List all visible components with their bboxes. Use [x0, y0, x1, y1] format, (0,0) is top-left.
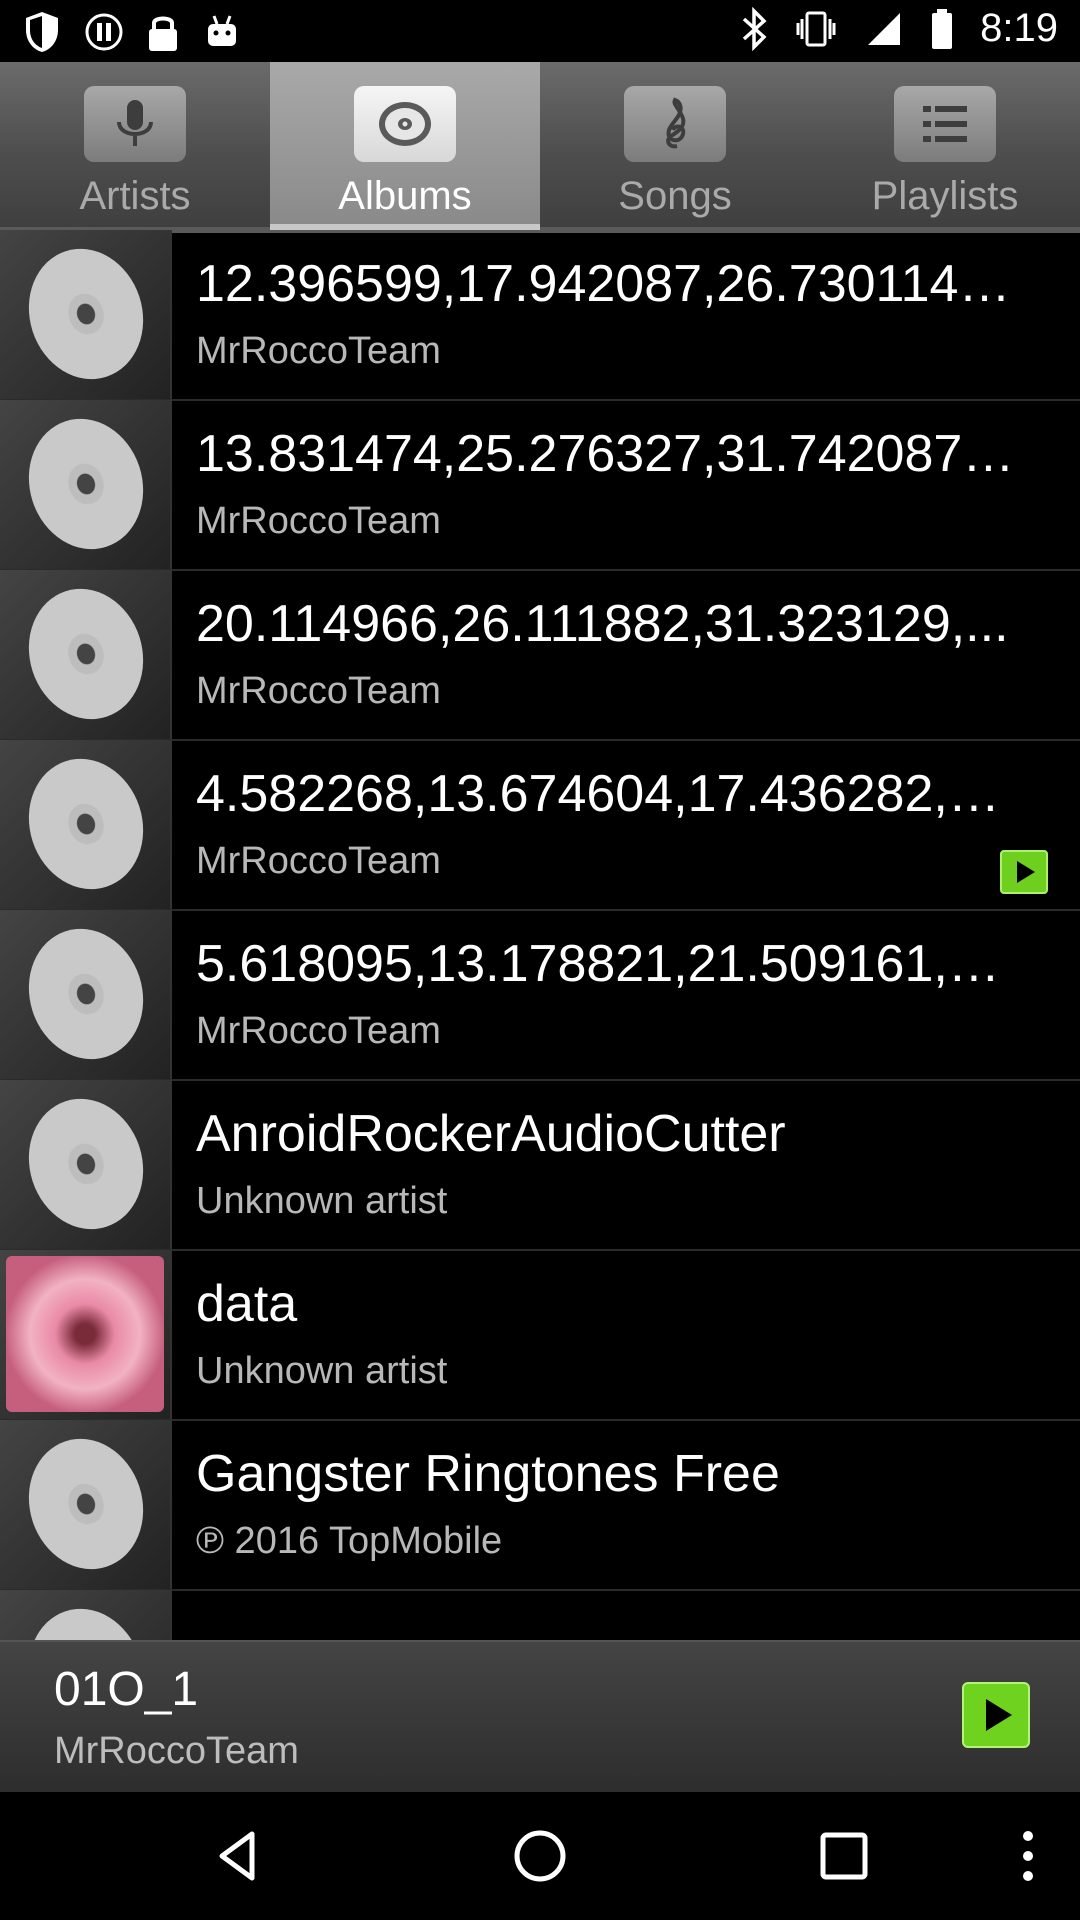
tab-label: Albums: [338, 174, 472, 218]
status-time: 8:19: [980, 6, 1058, 50]
album-artist: ℗ 2016 TopMobile: [196, 1520, 503, 1562]
signal-icon: [864, 9, 904, 49]
now-playing-artist: MrRoccoTeam: [54, 1730, 299, 1772]
album-list[interactable]: 12.396599,17.942087,26.730114,... MrRocc…: [0, 230, 1080, 1640]
tab-label: Songs: [618, 174, 732, 218]
navigation-bar: [0, 1792, 1080, 1920]
album-art: [0, 570, 172, 739]
album-row[interactable]: 12.396599,17.942087,26.730114,... MrRocc…: [0, 230, 1080, 401]
disc-icon: [12, 403, 160, 565]
tab-artists[interactable]: Artists: [0, 62, 270, 227]
album-artist: MrRoccoTeam: [196, 500, 441, 542]
tab-label: Artists: [79, 174, 191, 218]
album-art: [0, 1420, 172, 1589]
battery-icon: [930, 7, 954, 51]
album-row[interactable]: AnroidRockerAudioCutter Unknown artist: [0, 1080, 1080, 1251]
album-title: 12.396599,17.942087,26.730114,...: [196, 255, 1016, 313]
now-playing-bar[interactable]: 01O_1 MrRoccoTeam: [0, 1640, 1080, 1794]
disc-icon: [12, 573, 160, 735]
album-title: Gangster Ringtones Free: [196, 1445, 780, 1503]
album-art: [0, 230, 172, 399]
disc-icon: [12, 1423, 160, 1585]
disc-icon: [12, 1593, 160, 1640]
list-icon: [894, 86, 996, 162]
album-artist: Unknown artist: [196, 1180, 448, 1222]
album-row[interactable]: 20.114966,26.111882,31.323129,... MrRocc…: [0, 570, 1080, 741]
album-title: 13.831474,25.276327,31.742087,...: [196, 425, 1016, 483]
album-artist: MrRoccoTeam: [196, 840, 441, 882]
disc-icon: [12, 913, 160, 1075]
play-icon[interactable]: [962, 1682, 1030, 1748]
album-row[interactable]: 5.618095,13.178821,21.509161,2... MrRocc…: [0, 910, 1080, 1081]
album-row[interactable]: Gangster Ringtones Free ℗ 2016 TopMobile: [0, 1420, 1080, 1591]
tab-label: Playlists: [871, 174, 1019, 218]
back-icon[interactable]: [178, 1792, 298, 1920]
album-photo: [6, 1256, 164, 1412]
bluetooth-icon: [740, 6, 768, 51]
album-art: [0, 1080, 172, 1249]
disc-icon: [12, 1083, 160, 1245]
album-row[interactable]: 4.582268,13.674604,17.436282,2... MrRocc…: [0, 740, 1080, 911]
album-art: [0, 740, 172, 909]
album-art: [0, 1250, 172, 1419]
treble-clef-icon: [624, 86, 726, 162]
album-art: [0, 400, 172, 569]
album-artist: MrRoccoTeam: [196, 1010, 441, 1052]
album-title: AnroidRockerAudioCutter: [196, 1105, 786, 1163]
android-icon: [202, 12, 242, 52]
album-row[interactable]: data Unknown artist: [0, 1250, 1080, 1421]
disc-icon: [354, 86, 456, 162]
album-title: data: [196, 1275, 298, 1333]
tab-bar: Artists Albums Songs Playlists: [0, 62, 1080, 233]
vibrate-icon: [794, 7, 838, 51]
status-bar: 8:19: [0, 0, 1080, 62]
tab-songs[interactable]: Songs: [540, 62, 810, 227]
album-art: [0, 910, 172, 1079]
album-title: 4.582268,13.674604,17.436282,2...: [196, 765, 1016, 823]
lock-icon: [146, 11, 180, 53]
home-icon[interactable]: [480, 1792, 600, 1920]
disc-icon: [12, 233, 160, 395]
album-art: [0, 1590, 172, 1640]
tab-albums[interactable]: Albums: [270, 62, 540, 230]
microphone-icon: [84, 86, 186, 162]
album-title: 5.618095,13.178821,21.509161,2...: [196, 935, 1016, 993]
album-row[interactable]: 13.831474,25.276327,31.742087,... MrRocc…: [0, 400, 1080, 571]
album-title: 20.114966,26.111882,31.323129,...: [196, 595, 1009, 653]
shield-icon: [22, 10, 62, 54]
album-artist: MrRoccoTeam: [196, 670, 441, 712]
album-artist: Unknown artist: [196, 1350, 448, 1392]
tab-playlists[interactable]: Playlists: [810, 62, 1080, 227]
disc-icon: [12, 743, 160, 905]
now-playing-indicator-icon: [1000, 850, 1048, 894]
now-playing-title: 01O_1: [54, 1663, 199, 1716]
album-artist: MrRoccoTeam: [196, 330, 441, 372]
recents-icon[interactable]: [784, 1792, 904, 1920]
overflow-menu-icon[interactable]: [968, 1792, 1080, 1920]
album-row-partial[interactable]: [0, 1590, 1080, 1640]
pause-circle-icon: [84, 12, 124, 52]
